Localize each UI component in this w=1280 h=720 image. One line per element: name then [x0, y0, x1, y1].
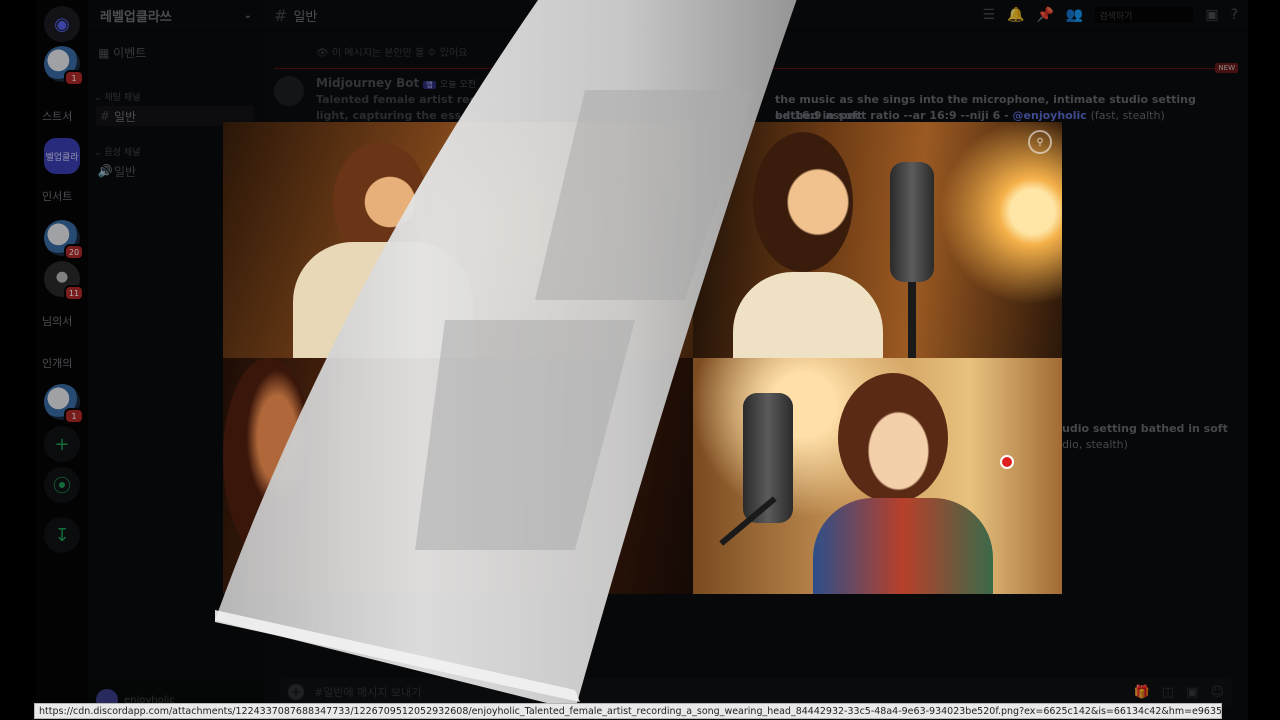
- cursor-indicator: [1000, 455, 1014, 469]
- microphone-icon: [890, 162, 934, 282]
- mention[interactable]: @enjoyholic: [1013, 109, 1087, 122]
- zoom-icon[interactable]: ⚲: [1028, 130, 1052, 154]
- singer-figure: [838, 373, 948, 503]
- message-line-tail: dio, stealth): [1062, 438, 1128, 451]
- page-curl-transition: [215, 0, 797, 710]
- status-url: https://cdn.discordapp.com/attachments/1…: [39, 705, 1222, 717]
- message-line-tail: udio setting bathed in soft: [1062, 422, 1228, 435]
- mode-text: (fast, stealth): [1090, 109, 1165, 122]
- prompt-text: dio, stealth): [1062, 438, 1128, 451]
- prompt-text: ed 16:9 aspect ratio --ar 16:9 --niji 6 …: [775, 109, 1009, 122]
- singer-body: [813, 498, 993, 594]
- mic-stand: [908, 282, 916, 358]
- status-url-bar: https://cdn.discordapp.com/attachments/1…: [34, 703, 1222, 719]
- prompt-text: udio setting bathed in soft: [1062, 422, 1228, 435]
